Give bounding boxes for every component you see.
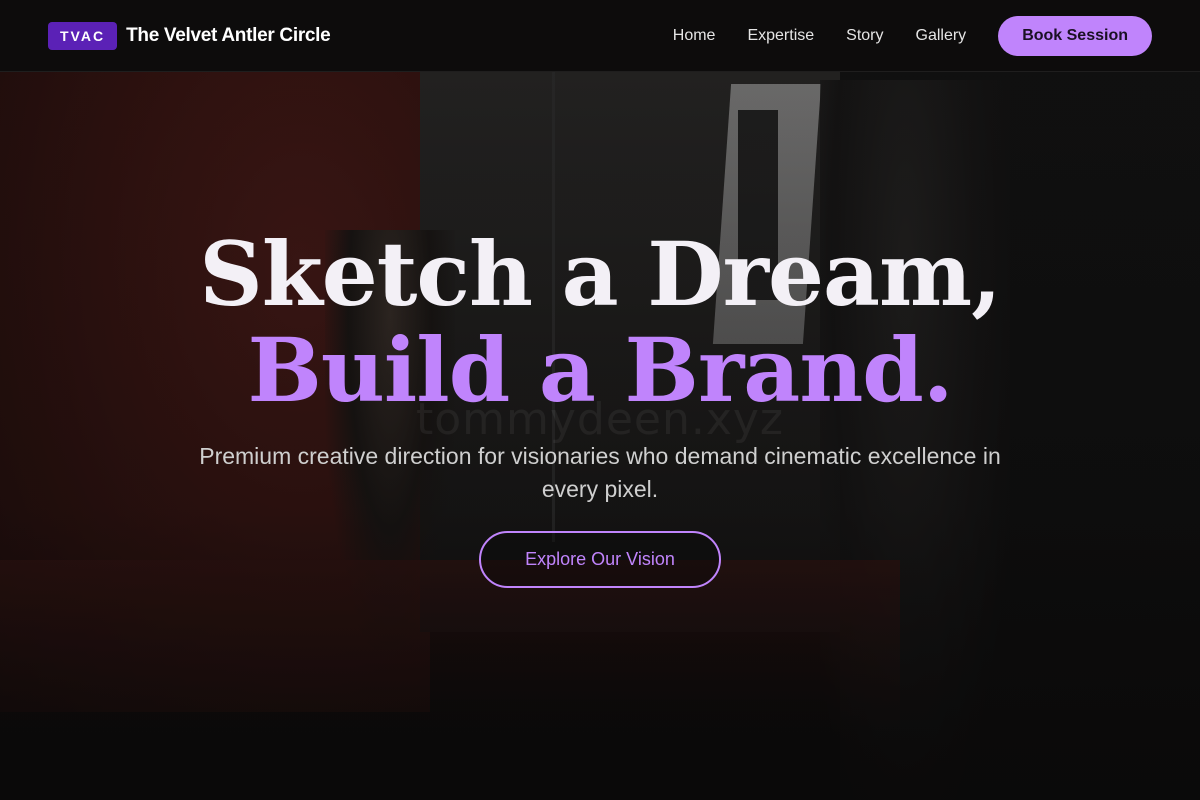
hero-headline: Sketch a Dream, Build a Brand.: [0, 226, 1200, 418]
hero-subtitle: Premium creative direction for visionari…: [199, 443, 1001, 502]
headline-line-2: Build a Brand.: [247, 318, 954, 422]
navbar: TVAC The Velvet Antler Circle Home Exper…: [0, 0, 1200, 72]
nav-link-home[interactable]: Home: [673, 27, 716, 45]
nav-link-gallery[interactable]: Gallery: [916, 27, 967, 45]
nav-link-expertise[interactable]: Expertise: [747, 27, 814, 45]
book-session-button[interactable]: Book Session: [998, 15, 1152, 56]
page: TVAC The Velvet Antler Circle Home Exper…: [0, 0, 1200, 800]
brand-name[interactable]: The Velvet Antler Circle: [126, 25, 331, 47]
explore-vision-button[interactable]: Explore Our Vision: [479, 531, 721, 588]
main-nav: Home Expertise Story Gallery Book Sessio…: [673, 15, 1152, 56]
nav-link-story[interactable]: Story: [846, 27, 883, 45]
headline-line-1: Sketch a Dream,: [199, 222, 1001, 326]
logo-badge[interactable]: TVAC: [48, 21, 118, 50]
hero-section: tommydeen.xyz Sketch a Dream, Build a Br…: [0, 72, 1200, 800]
brand[interactable]: TVAC The Velvet Antler Circle: [48, 21, 331, 50]
